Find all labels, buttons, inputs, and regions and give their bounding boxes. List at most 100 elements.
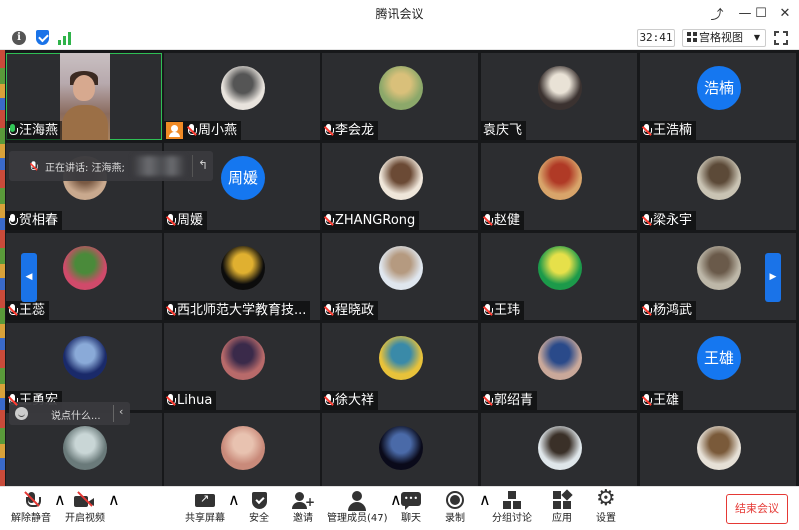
- avatar-initials: 王雄: [697, 336, 741, 380]
- mic-muted-icon: [642, 304, 652, 317]
- participant-tile[interactable]: Lihua: [164, 323, 320, 410]
- participant-name-bar: 王雄: [640, 391, 684, 410]
- avatar: [379, 156, 423, 200]
- mic-muted-icon: [324, 304, 334, 317]
- security-button[interactable]: 安全: [244, 490, 274, 528]
- host-badge-icon: [166, 122, 183, 139]
- participant-tile[interactable]: 李会龙: [322, 53, 478, 140]
- participant-name: 汪海燕: [19, 123, 59, 138]
- participant-name-bar: 程晓政: [322, 301, 379, 320]
- participant-name: 王玮: [494, 303, 521, 318]
- participant-tile[interactable]: [164, 413, 320, 486]
- avatar: [379, 336, 423, 380]
- signal-icon[interactable]: [58, 31, 72, 45]
- settings-button[interactable]: 设置: [591, 487, 621, 528]
- participant-name-bar: Lihua: [164, 391, 217, 410]
- participant-tile[interactable]: ZHANGRong: [322, 143, 478, 230]
- avatar: [221, 336, 265, 380]
- pin-icon[interactable]: ⤴: [702, 0, 732, 26]
- participant-name-bar: 徐大祥: [322, 391, 379, 410]
- start-video-button[interactable]: 开启视频: [64, 490, 106, 528]
- bottom-toolbar: 解除静音 ∧ 开启视频 ∧ 共享屏幕 ∧ 安全 邀请 管理成员(47) ∧ 聊天…: [0, 486, 799, 530]
- participant-tile[interactable]: 程晓政: [322, 233, 478, 320]
- manage-members-button[interactable]: 管理成员(47): [327, 490, 388, 528]
- shield-icon: [251, 490, 267, 512]
- share-screen-icon: [195, 490, 215, 512]
- avatar: [697, 426, 741, 470]
- participant-name: 袁庆飞: [483, 123, 523, 138]
- participant-name: 李会龙: [335, 123, 375, 138]
- share-options-caret[interactable]: ∧: [228, 490, 240, 528]
- participant-tile[interactable]: 汪海燕: [6, 53, 162, 140]
- participant-name: 赵健: [494, 213, 521, 228]
- participant-tile[interactable]: 梁永宇: [640, 143, 796, 230]
- participant-tile[interactable]: 王勇宏: [6, 323, 162, 410]
- chat-icon: [401, 490, 421, 512]
- chat-button[interactable]: 聊天: [396, 490, 426, 528]
- camera-off-icon: [74, 490, 96, 512]
- mic-muted-icon: [642, 124, 652, 137]
- avatar: [538, 336, 582, 380]
- participant-tile[interactable]: 赵健: [481, 143, 637, 230]
- participant-name-bar: 西北师范大学教育技...: [164, 301, 311, 320]
- collapse-arrow-icon[interactable]: ↰: [198, 158, 208, 172]
- mic-icon: [8, 214, 18, 227]
- info-icon[interactable]: i: [12, 31, 26, 45]
- record-icon: [445, 490, 465, 512]
- chevron-left-icon[interactable]: ‹: [119, 405, 123, 418]
- breakout-button[interactable]: 分组讨论: [490, 490, 534, 528]
- invite-label: 邀请: [293, 513, 313, 524]
- participant-name-bar: ZHANGRong: [322, 211, 420, 230]
- participant-tile[interactable]: 周小燕: [164, 53, 320, 140]
- unmute-button[interactable]: 解除静音: [10, 490, 52, 528]
- video-options-caret[interactable]: ∧: [108, 490, 120, 528]
- unmute-label: 解除静音: [11, 513, 51, 524]
- mic-icon: [8, 124, 18, 137]
- share-screen-button[interactable]: 共享屏幕: [184, 490, 226, 528]
- participant-tile[interactable]: 袁庆飞: [481, 53, 637, 140]
- next-page-button[interactable]: ▶: [765, 253, 781, 302]
- mic-muted-icon: [483, 214, 493, 227]
- participant-name: 王浩楠: [653, 123, 693, 138]
- mic-muted-icon: [324, 124, 334, 137]
- mic-muted-icon: [642, 214, 652, 227]
- participant-name-bar: 王浩楠: [640, 121, 697, 140]
- invite-button[interactable]: 邀请: [288, 490, 318, 528]
- participant-tile[interactable]: 浩楠 王浩楠: [640, 53, 796, 140]
- participant-name: ZHANGRong: [335, 213, 416, 228]
- chat-placeholder[interactable]: 说点什么...: [51, 407, 101, 422]
- participant-tile[interactable]: 徐大祥: [322, 323, 478, 410]
- participant-tile[interactable]: [322, 413, 478, 486]
- record-options-caret[interactable]: ∧: [479, 490, 491, 528]
- meeting-info-bar: i 32:41 宫格视图 ▼: [0, 26, 799, 50]
- avatar: [221, 66, 265, 110]
- participant-tile[interactable]: 郭绍青: [481, 323, 637, 410]
- divider: [113, 405, 114, 422]
- breakout-label: 分组讨论: [492, 513, 532, 524]
- fullscreen-icon[interactable]: [774, 31, 788, 45]
- participant-tile[interactable]: 西北师范大学教育技...: [164, 233, 320, 320]
- mic-muted-icon: [483, 394, 493, 407]
- participant-tile[interactable]: 王雄 王雄: [640, 323, 796, 410]
- shield-icon[interactable]: [36, 30, 49, 45]
- avatar: [63, 426, 107, 470]
- participant-tile[interactable]: [481, 413, 637, 486]
- record-label: 录制: [445, 513, 465, 524]
- apps-button[interactable]: 应用: [547, 489, 577, 528]
- end-meeting-button[interactable]: 结束会议: [726, 494, 788, 524]
- mic-muted-icon: [483, 304, 493, 317]
- avatar: [697, 246, 741, 290]
- participant-name: 王雄: [653, 393, 680, 408]
- close-button[interactable]: ✕: [770, 0, 799, 26]
- gear-icon: [596, 487, 616, 512]
- participant-tile[interactable]: 王玮: [481, 233, 637, 320]
- quick-chat-bar[interactable]: 说点什么... ‹: [9, 402, 130, 425]
- window-title: 腾讯会议: [375, 7, 424, 21]
- participant-name-bar: 周小燕: [164, 121, 242, 140]
- prev-page-button[interactable]: ◀: [21, 253, 37, 302]
- view-mode-button[interactable]: 宫格视图 ▼: [682, 29, 766, 47]
- avatar-initials: 周媛: [221, 156, 265, 200]
- record-button[interactable]: 录制: [440, 490, 470, 528]
- emoji-icon[interactable]: [15, 407, 28, 420]
- participant-tile[interactable]: [640, 413, 796, 486]
